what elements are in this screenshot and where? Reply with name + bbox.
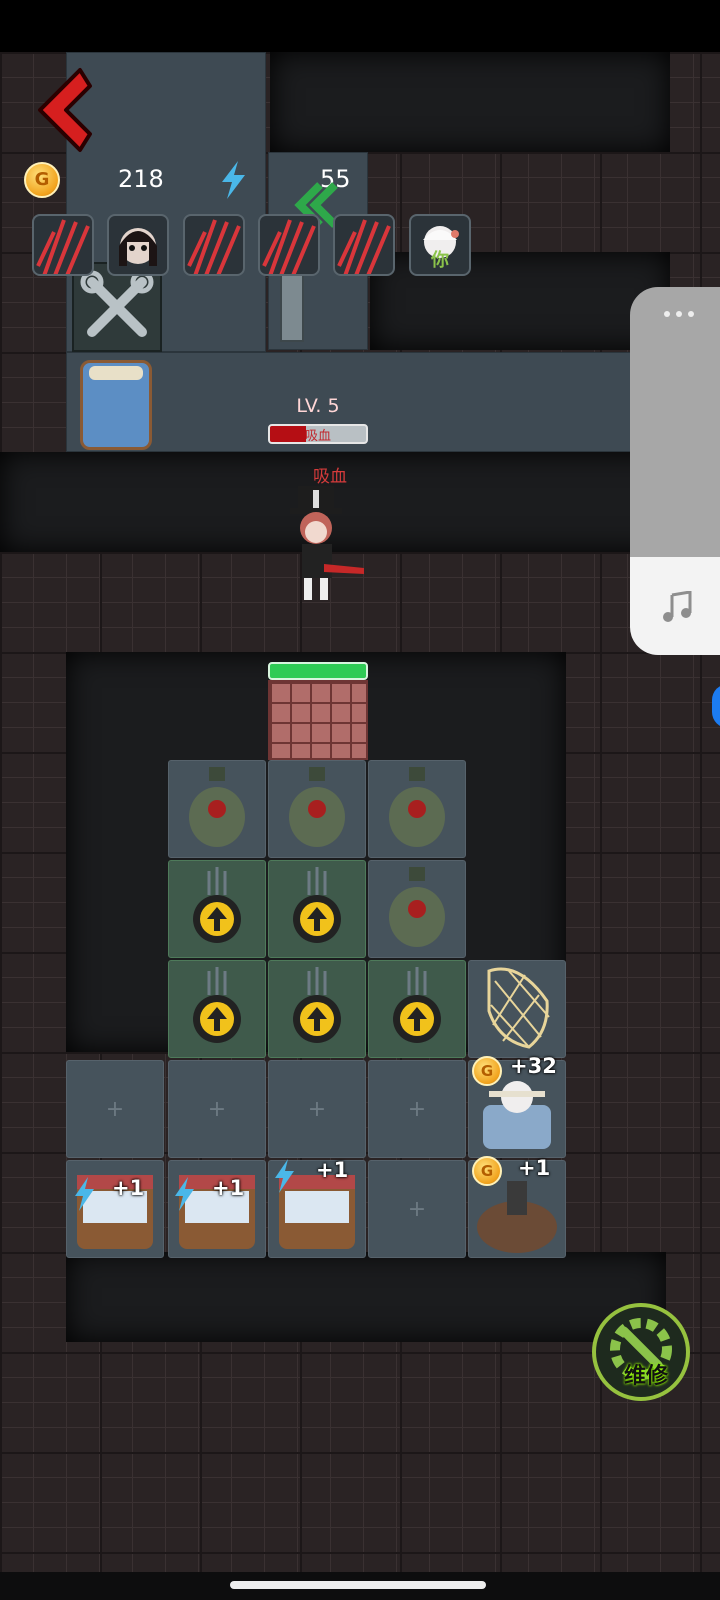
turret-tile[interactable] xyxy=(368,860,466,958)
empty-tile[interactable]: + xyxy=(368,1060,466,1158)
claw-marks-avatar[interactable] xyxy=(32,214,94,276)
dark-corridor xyxy=(270,52,670,152)
upgrade-tile[interactable] xyxy=(268,860,366,958)
claw-marks-avatar[interactable] xyxy=(183,214,245,276)
lightning-bolt-icon xyxy=(75,1177,94,1211)
top-hat-hunter-character[interactable] xyxy=(278,484,368,604)
player-avatar[interactable]: 你 xyxy=(409,214,471,276)
claw-marks-avatar[interactable] xyxy=(258,214,320,276)
bed-gold-gain: +32 xyxy=(510,1054,557,1078)
gold-pile-gain: +1 xyxy=(518,1156,551,1180)
upgrade-arrow-icon xyxy=(293,867,341,943)
upgrade-tile[interactable] xyxy=(168,860,266,958)
floating-side-panel[interactable] xyxy=(630,287,720,655)
upgrade-tile[interactable] xyxy=(368,960,466,1058)
generator-gain: +1 xyxy=(212,1176,245,1200)
enemy-hp-bar: 吸血 xyxy=(268,424,368,444)
more-dots-icon[interactable] xyxy=(662,309,696,319)
side-panel-top xyxy=(630,287,720,557)
plus-icon: + xyxy=(407,1097,427,1122)
bottle-turret-icon xyxy=(389,767,445,847)
room-door[interactable] xyxy=(268,680,368,760)
upgrade-arrow-icon xyxy=(193,867,241,943)
gold-count: 218 xyxy=(118,165,164,193)
home-indicator[interactable] xyxy=(230,1581,486,1589)
empty-tile[interactable]: + xyxy=(168,1060,266,1158)
generator-gain: +1 xyxy=(316,1158,349,1182)
enemy-level: LV. 5 xyxy=(296,395,340,417)
side-panel-bottom xyxy=(630,557,720,655)
upgrade-arrow-icon xyxy=(293,967,341,1043)
generator-gain: +1 xyxy=(112,1176,145,1200)
gold-coin-icon: G xyxy=(472,1056,502,1086)
enemy-hp-text: 吸血 xyxy=(304,429,331,444)
bottle-turret-icon xyxy=(289,767,345,847)
turret-tile[interactable] xyxy=(368,760,466,858)
turret-tile[interactable] xyxy=(168,760,266,858)
empty-tile[interactable]: + xyxy=(368,1160,466,1258)
status-bar xyxy=(0,0,720,52)
bed-icon[interactable] xyxy=(80,360,152,450)
back-arrow-icon[interactable] xyxy=(30,66,94,154)
lower-corridor xyxy=(66,1252,666,1342)
plus-icon: + xyxy=(307,1097,327,1122)
upgrade-tile[interactable] xyxy=(268,960,366,1058)
empty-tile[interactable]: + xyxy=(66,1060,164,1158)
door-hp-bar xyxy=(268,662,368,680)
turret-tile[interactable] xyxy=(268,760,366,858)
net-trap-icon xyxy=(487,967,550,1049)
bottle-turret-icon xyxy=(189,767,245,847)
gold-coin-icon: G xyxy=(24,162,60,198)
player-label: 你 xyxy=(431,250,449,271)
upgrade-tile[interactable] xyxy=(168,960,266,1058)
gold-coin-icon: G xyxy=(472,1156,502,1186)
plus-icon: + xyxy=(105,1097,125,1122)
upgrade-arrow-icon xyxy=(193,967,241,1043)
upgrade-arrow-icon xyxy=(393,967,441,1043)
net-trap-tile[interactable] xyxy=(468,960,566,1058)
repair-button-label: 维修 xyxy=(623,1364,668,1389)
plus-icon: + xyxy=(407,1197,427,1222)
ghost-girl-avatar[interactable] xyxy=(107,214,169,276)
empty-tile[interactable]: + xyxy=(268,1060,366,1158)
claw-marks-avatar[interactable] xyxy=(333,214,395,276)
lightning-bolt-icon xyxy=(175,1177,194,1211)
lightning-bolt-icon xyxy=(222,161,245,199)
bottle-turret-icon xyxy=(389,867,445,947)
plus-icon: + xyxy=(207,1097,227,1122)
lightning-bolt-icon xyxy=(275,1159,294,1193)
music-note-icon[interactable] xyxy=(662,591,692,623)
